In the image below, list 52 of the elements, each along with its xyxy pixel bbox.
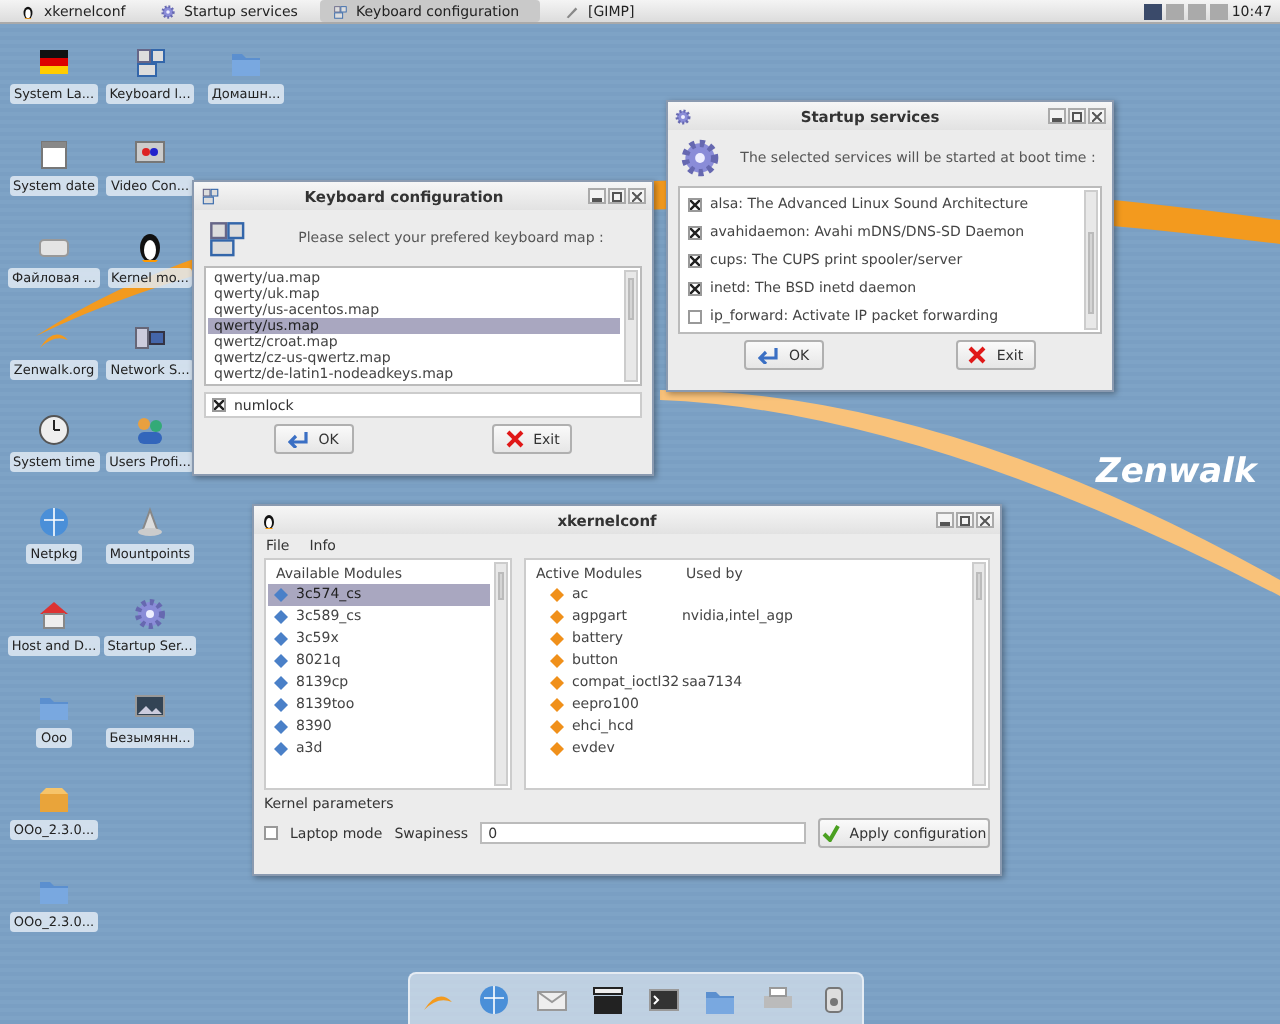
maximize-button[interactable] <box>608 188 626 204</box>
minimize-button[interactable] <box>588 188 606 204</box>
close-button[interactable] <box>1088 108 1106 124</box>
penguin-icon <box>20 3 36 19</box>
scrollbar[interactable] <box>972 562 986 786</box>
calendar-icon[interactable] <box>36 136 72 172</box>
service-checkbox[interactable] <box>688 281 702 295</box>
close-icon <box>632 191 642 201</box>
scrollbar[interactable] <box>624 270 638 382</box>
service-checkbox[interactable] <box>688 197 702 211</box>
service-checkbox[interactable] <box>688 253 702 267</box>
flag-icon[interactable] <box>36 44 72 80</box>
users-icon[interactable] <box>132 412 168 448</box>
house-icon[interactable] <box>36 596 72 632</box>
keyboard-keys-icon[interactable] <box>132 44 168 80</box>
laptop-mode-checkbox[interactable] <box>264 826 278 840</box>
maximize-button[interactable] <box>1068 108 1086 124</box>
service-checkbox[interactable] <box>688 309 702 323</box>
enter-arrow-icon <box>758 347 779 363</box>
maximize-icon <box>612 191 622 201</box>
minimize-button[interactable] <box>1048 108 1066 124</box>
numlock-checkbox[interactable] <box>212 398 226 412</box>
clapperboard-icon[interactable] <box>589 981 626 1017</box>
close-icon <box>1092 111 1102 121</box>
clock-icon[interactable] <box>36 412 72 448</box>
globe-icon[interactable] <box>476 981 513 1017</box>
gear-icon <box>160 3 176 19</box>
minimize-button[interactable] <box>936 512 954 528</box>
cross-icon <box>968 346 987 364</box>
maximize-icon <box>960 515 970 525</box>
wallpaper-logo: Zenwalk <box>1096 452 1257 492</box>
keyboard-keys-icon <box>332 3 348 19</box>
close-icon <box>980 515 990 525</box>
globe-icon[interactable] <box>36 504 72 540</box>
brush-icon <box>564 3 580 19</box>
service-checkbox[interactable] <box>688 225 702 239</box>
checkmark-icon <box>821 824 840 842</box>
cross-icon <box>505 430 524 448</box>
keyboard-keys-icon <box>200 186 220 206</box>
gear-icon[interactable] <box>132 596 168 632</box>
close-button[interactable] <box>628 188 646 204</box>
gear-icon <box>678 136 722 180</box>
gear-icon <box>674 107 692 125</box>
close-button[interactable] <box>976 512 994 528</box>
penguin-icon <box>260 511 278 529</box>
enter-arrow-icon <box>288 431 309 447</box>
maximize-icon <box>1072 111 1082 121</box>
maximize-button[interactable] <box>956 512 974 528</box>
tray-icon[interactable] <box>1143 3 1162 19</box>
scrollbar[interactable] <box>1084 190 1098 330</box>
keyboard-keys-icon <box>204 216 248 260</box>
scrollbar[interactable] <box>494 562 508 786</box>
